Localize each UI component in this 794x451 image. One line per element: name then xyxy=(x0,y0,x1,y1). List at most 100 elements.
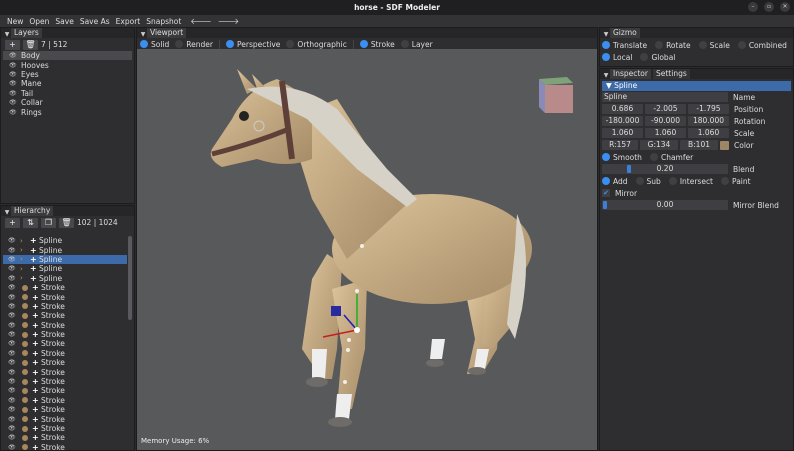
eye-icon[interactable]: 👁 xyxy=(8,340,20,347)
reorder-button[interactable]: ⇅ xyxy=(23,217,38,228)
panel-menu-icon[interactable]: ▼ xyxy=(602,72,610,79)
undo-arrow-icon[interactable]: 🡐 xyxy=(190,16,211,26)
eye-icon[interactable]: 👁 xyxy=(8,416,20,423)
eye-icon[interactable]: 👁 xyxy=(8,275,20,282)
radio-scale[interactable]: Scale xyxy=(698,41,730,50)
hierarchy-row[interactable]: 👁 + Stroke xyxy=(3,339,127,348)
name-input[interactable]: Spline xyxy=(602,91,728,103)
hierarchy-row[interactable]: 👁 + Stroke xyxy=(3,292,127,302)
hierarchy-row[interactable]: 👁 + Stroke xyxy=(3,424,127,433)
rotation-z[interactable]: 180.000 xyxy=(688,115,729,127)
hierarchy-row[interactable]: 👁 + Stroke xyxy=(3,377,127,386)
hierarchy-row[interactable]: 👁 › + Spline xyxy=(3,264,127,273)
hierarchy-row[interactable]: 👁 › + Spline xyxy=(3,254,127,265)
radio-layer[interactable]: Layer xyxy=(400,40,433,49)
eye-icon[interactable]: 👁 xyxy=(8,387,20,394)
hierarchy-row[interactable]: 👁 + Stroke xyxy=(3,443,127,450)
radio-smooth[interactable]: Smooth xyxy=(602,153,642,162)
eye-icon[interactable]: 👁 xyxy=(8,312,20,319)
radio-perspective[interactable]: Perspective xyxy=(225,40,280,49)
close-button[interactable]: ✕ xyxy=(780,2,790,12)
add-layer-button[interactable]: + xyxy=(5,39,20,50)
chevron-right-icon[interactable]: › xyxy=(20,246,30,254)
layer-item[interactable]: 👁 Hooves xyxy=(3,60,132,70)
layer-item[interactable]: 👁 Tail xyxy=(3,89,132,98)
radio-rotate[interactable]: Rotate xyxy=(655,41,691,50)
add-node-button[interactable]: + xyxy=(5,217,20,228)
eye-icon[interactable]: 👁 xyxy=(8,265,20,272)
eye-icon[interactable]: 👁 xyxy=(8,369,20,376)
eye-icon[interactable]: 👁 xyxy=(8,256,20,263)
radio-global[interactable]: Global xyxy=(640,53,675,62)
hierarchy-row[interactable]: 👁 + Stroke xyxy=(3,386,127,395)
scale-x[interactable]: 1.060 xyxy=(602,127,643,139)
eye-icon[interactable]: 👁 xyxy=(8,434,20,441)
hierarchy-row[interactable]: 👁 › + Spline xyxy=(3,245,127,255)
eye-icon[interactable]: 👁 xyxy=(8,284,20,291)
hierarchy-row[interactable]: 👁 + Stroke xyxy=(3,321,127,330)
duplicate-button[interactable]: ❐ xyxy=(41,217,56,228)
eye-icon[interactable]: 👁 xyxy=(8,425,20,432)
3d-canvas[interactable]: Memory Usage: 6% xyxy=(137,49,597,450)
hierarchy-row[interactable]: 👁 + Stroke xyxy=(3,330,127,339)
eye-icon[interactable]: 👁 xyxy=(8,303,20,310)
rotation-x[interactable]: -180.000 xyxy=(602,115,643,127)
panel-menu-icon[interactable]: ▼ xyxy=(3,31,11,38)
hierarchy-row[interactable]: 👁 + Stroke xyxy=(3,367,127,377)
tab-layers[interactable]: Layers xyxy=(11,28,42,38)
color-b[interactable]: B:101 xyxy=(680,139,718,151)
panel-menu-icon[interactable]: ▼ xyxy=(602,31,610,38)
spline-header[interactable]: ▼ Spline xyxy=(602,81,791,91)
position-x[interactable]: 0.686 xyxy=(602,103,643,115)
panel-menu-icon[interactable]: ▼ xyxy=(139,31,147,38)
menu-save-as[interactable]: Save As xyxy=(77,17,113,26)
redo-arrow-icon[interactable]: 🡒 xyxy=(218,16,239,26)
eye-icon[interactable]: 👁 xyxy=(8,247,20,254)
hierarchy-scrollbar[interactable] xyxy=(128,236,132,320)
radio-solid[interactable]: Solid xyxy=(140,40,169,49)
hierarchy-row[interactable]: 👁 + Stroke xyxy=(3,349,127,358)
rotation-y[interactable]: -90.000 xyxy=(645,115,686,127)
chevron-right-icon[interactable]: › xyxy=(20,237,30,245)
eye-icon[interactable]: 👁 xyxy=(8,397,20,404)
hierarchy-row[interactable]: 👁 + Stroke xyxy=(3,396,127,405)
blend-slider[interactable]: 0.20 xyxy=(602,163,728,175)
hierarchy-row[interactable]: 👁 + Stroke xyxy=(3,283,127,292)
tab-settings[interactable]: Settings xyxy=(652,69,690,79)
panel-menu-icon[interactable]: ▼ xyxy=(3,209,11,216)
chevron-right-icon[interactable]: › xyxy=(20,274,30,282)
eye-icon[interactable]: 👁 xyxy=(8,294,20,301)
color-r[interactable]: R:157 xyxy=(602,139,638,151)
eye-icon[interactable]: 👁 xyxy=(8,331,20,338)
radio-add[interactable]: Add xyxy=(602,177,628,186)
delete-layer-button[interactable]: 🗑 xyxy=(23,39,38,50)
eye-icon[interactable]: 👁 xyxy=(9,52,21,59)
layer-item[interactable]: 👁 Body xyxy=(3,51,132,61)
radio-render[interactable]: Render xyxy=(175,40,213,49)
menu-new[interactable]: New xyxy=(4,17,26,26)
position-y[interactable]: -2.005 xyxy=(645,103,686,115)
menu-snapshot[interactable]: Snapshot xyxy=(143,17,184,26)
delete-node-button[interactable]: 🗑 xyxy=(59,217,74,228)
hierarchy-row[interactable]: 👁 › + Spline xyxy=(3,274,127,283)
radio-chamfer[interactable]: Chamfer xyxy=(649,153,693,162)
eye-icon[interactable]: 👁 xyxy=(8,378,20,385)
eye-icon[interactable]: 👁 xyxy=(9,99,21,106)
eye-icon[interactable]: 👁 xyxy=(9,90,21,97)
layer-item[interactable]: 👁 Eyes xyxy=(3,70,132,79)
scale-y[interactable]: 1.060 xyxy=(645,127,686,139)
menu-open[interactable]: Open xyxy=(26,17,52,26)
eye-icon[interactable]: 👁 xyxy=(8,359,20,366)
scale-z[interactable]: 1.060 xyxy=(688,127,729,139)
maximize-button[interactable]: ▫ xyxy=(764,2,774,12)
minimize-button[interactable]: – xyxy=(748,2,758,12)
tab-inspector[interactable]: Inspector xyxy=(610,69,651,79)
tab-viewport[interactable]: Viewport xyxy=(147,28,187,38)
layer-item[interactable]: 👁 Rings xyxy=(3,107,132,117)
eye-icon[interactable]: 👁 xyxy=(9,71,21,78)
eye-icon[interactable]: 👁 xyxy=(8,350,20,357)
hierarchy-row[interactable]: 👁 + Stroke xyxy=(3,405,127,414)
eye-icon[interactable]: 👁 xyxy=(9,109,21,116)
radio-stroke[interactable]: Stroke xyxy=(359,40,395,49)
color-g[interactable]: G:134 xyxy=(640,139,678,151)
